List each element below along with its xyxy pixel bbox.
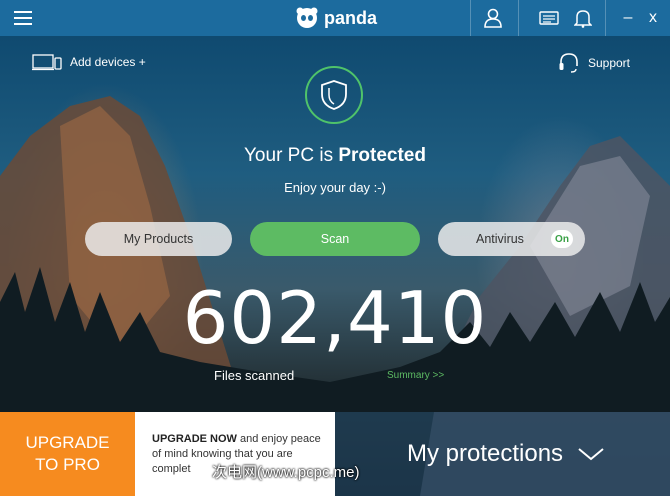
chevron-down-icon [578, 448, 604, 461]
hamburger-line [14, 23, 32, 25]
minimize-button[interactable]: – [615, 0, 641, 36]
files-scanned-count: 602,410 [182, 276, 488, 360]
my-products-label: My Products [123, 232, 194, 246]
add-devices-button[interactable]: Add devices + [32, 53, 146, 71]
title-separator [470, 0, 471, 36]
panda-logo: panda [296, 7, 377, 29]
devices-icon [32, 54, 62, 71]
antivirus-button[interactable]: Antivirus On [438, 222, 585, 256]
upgrade-button-label: UPGRADE TO PRO [25, 433, 110, 474]
news-button[interactable] [531, 0, 567, 36]
upgrade-to-pro-button[interactable]: UPGRADE TO PRO [0, 412, 135, 496]
hamburger-line [14, 17, 32, 19]
bottom-bar: UPGRADE TO PRO UPGRADE NOW and enjoy pea… [0, 412, 670, 496]
summary-link[interactable]: Summary >> [387, 370, 444, 381]
shield-icon [321, 80, 347, 110]
user-icon [484, 8, 502, 28]
bell-icon [574, 10, 592, 28]
title-separator [605, 0, 606, 36]
status-state: Protected [338, 145, 426, 166]
panda-app-window: panda – x Add devices + Support Your PC … [0, 0, 670, 496]
support-label: Support [587, 56, 630, 70]
close-button[interactable]: x [640, 0, 666, 36]
upgrade-promo: UPGRADE NOW and enjoy peace of mind know… [135, 412, 335, 496]
support-button[interactable]: Support [558, 52, 630, 74]
scan-button[interactable]: Scan [250, 222, 420, 256]
my-protections-button[interactable]: My protections [335, 412, 670, 496]
status-subtitle: Enjoy your day :-) [284, 180, 386, 195]
panda-logo-icon [296, 7, 318, 28]
watermark: 次电网(www.pcpc.me) [212, 464, 360, 481]
news-icon [539, 11, 559, 25]
files-scanned-label: Files scanned [214, 368, 295, 383]
add-devices-label: Add devices + [70, 55, 146, 69]
hamburger-menu-button[interactable] [14, 11, 32, 25]
my-protections-label: My protections [407, 440, 564, 467]
antivirus-toggle[interactable]: On [551, 230, 573, 248]
hamburger-icon [14, 11, 32, 13]
brand-name: panda [324, 7, 378, 28]
protection-status-text: Your PC is Protected [0, 145, 670, 167]
scan-label: Scan [320, 232, 350, 246]
notifications-button[interactable] [565, 0, 601, 36]
status-prefix: Your PC is [244, 145, 334, 166]
headset-icon [559, 53, 578, 73]
antivirus-label: Antivirus [476, 232, 524, 246]
my-products-button[interactable]: My Products [85, 222, 232, 256]
user-account-button[interactable] [475, 0, 511, 36]
title-separator [518, 0, 519, 36]
protection-status-badge [305, 66, 363, 124]
title-bar: panda – x [0, 0, 670, 36]
upgrade-promo-heading: UPGRADE NOW [152, 433, 237, 445]
